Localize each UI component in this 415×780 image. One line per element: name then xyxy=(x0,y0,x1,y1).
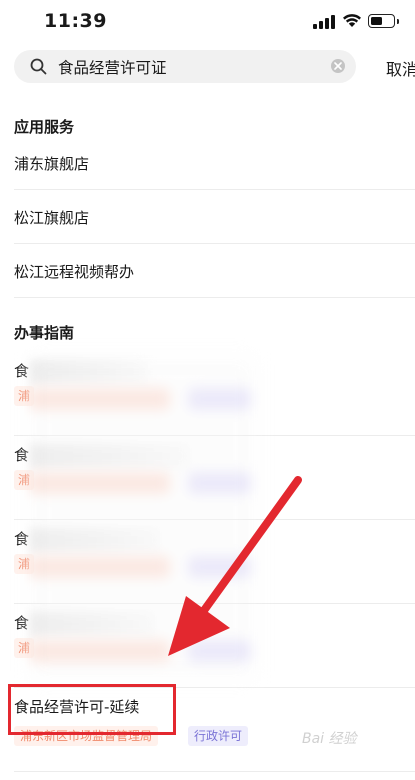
service-item-songjiang-video[interactable]: 松江远程视频帮办 xyxy=(14,245,415,298)
search-input[interactable]: 食品经营许可证 xyxy=(14,50,356,83)
guide-title: 食 xyxy=(14,362,30,380)
guide-type-tag: 行政许可 xyxy=(188,726,249,746)
guide-title: 食 xyxy=(14,530,30,548)
section-title-guides: 办事指南 xyxy=(14,324,75,342)
clear-icon[interactable] xyxy=(331,59,345,73)
highlight-box xyxy=(8,684,176,735)
status-bar: 11:39 xyxy=(0,0,415,44)
guide-title: 食 xyxy=(14,446,30,464)
cancel-button[interactable]: 取消 xyxy=(386,56,415,80)
service-item-songjiang[interactable]: 松江旗舰店 xyxy=(14,191,415,244)
section-title-services: 应用服务 xyxy=(14,118,75,136)
status-time: 11:39 xyxy=(44,10,107,32)
cellular-signal-icon xyxy=(313,15,337,29)
watermark: Bai 经验 xyxy=(302,731,357,747)
wifi-icon xyxy=(343,14,361,27)
arrow-icon xyxy=(168,476,302,656)
search-icon xyxy=(30,58,47,75)
service-item-label: 松江旗舰店 xyxy=(14,209,90,227)
battery-icon xyxy=(368,14,399,28)
service-item-pudong[interactable]: 浦东旗舰店 xyxy=(14,137,415,190)
service-item-label: 浦东旗舰店 xyxy=(14,155,90,173)
guide-title: 食 xyxy=(14,614,30,632)
service-item-label: 松江远程视频帮办 xyxy=(14,263,135,281)
search-query: 食品经营许可证 xyxy=(58,59,167,77)
